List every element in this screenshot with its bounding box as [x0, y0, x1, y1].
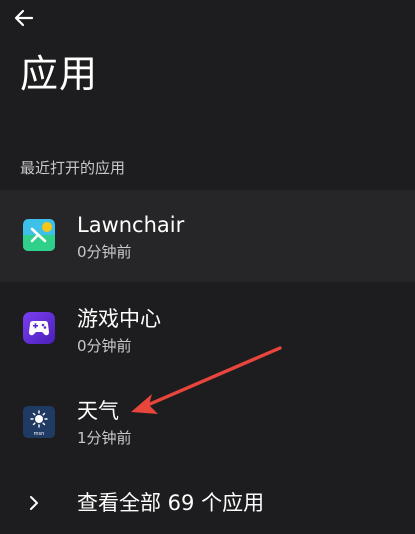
- lawnchair-app-icon: [23, 219, 55, 251]
- back-button[interactable]: [10, 4, 38, 32]
- recent-apps-header: 最近打开的应用: [20, 159, 126, 177]
- app-last-opened: 0分钟前: [77, 243, 132, 261]
- weather-icon-text: msn: [34, 431, 45, 437]
- game-center-app-icon: [23, 312, 55, 344]
- weather-app-icon: msn: [23, 406, 55, 438]
- chevron-right-icon: [30, 496, 38, 510]
- app-name: Lawnchair: [77, 213, 185, 237]
- app-item-lawnchair[interactable]: Lawnchair 0分钟前: [0, 190, 415, 282]
- app-name: 游戏中心: [77, 307, 161, 331]
- app-item-weather[interactable]: msn 天气 1分钟前: [0, 374, 415, 466]
- app-item-game-center[interactable]: 游戏中心 0分钟前: [0, 282, 415, 374]
- arrow-left-icon: [14, 9, 34, 27]
- app-last-opened: 0分钟前: [77, 337, 132, 355]
- app-last-opened: 1分钟前: [77, 429, 132, 447]
- page-title: 应用: [20, 52, 99, 96]
- app-name: 天气: [77, 399, 119, 423]
- see-all-apps-button[interactable]: 查看全部 69 个应用: [0, 478, 415, 534]
- see-all-apps-label: 查看全部 69 个应用: [77, 491, 265, 515]
